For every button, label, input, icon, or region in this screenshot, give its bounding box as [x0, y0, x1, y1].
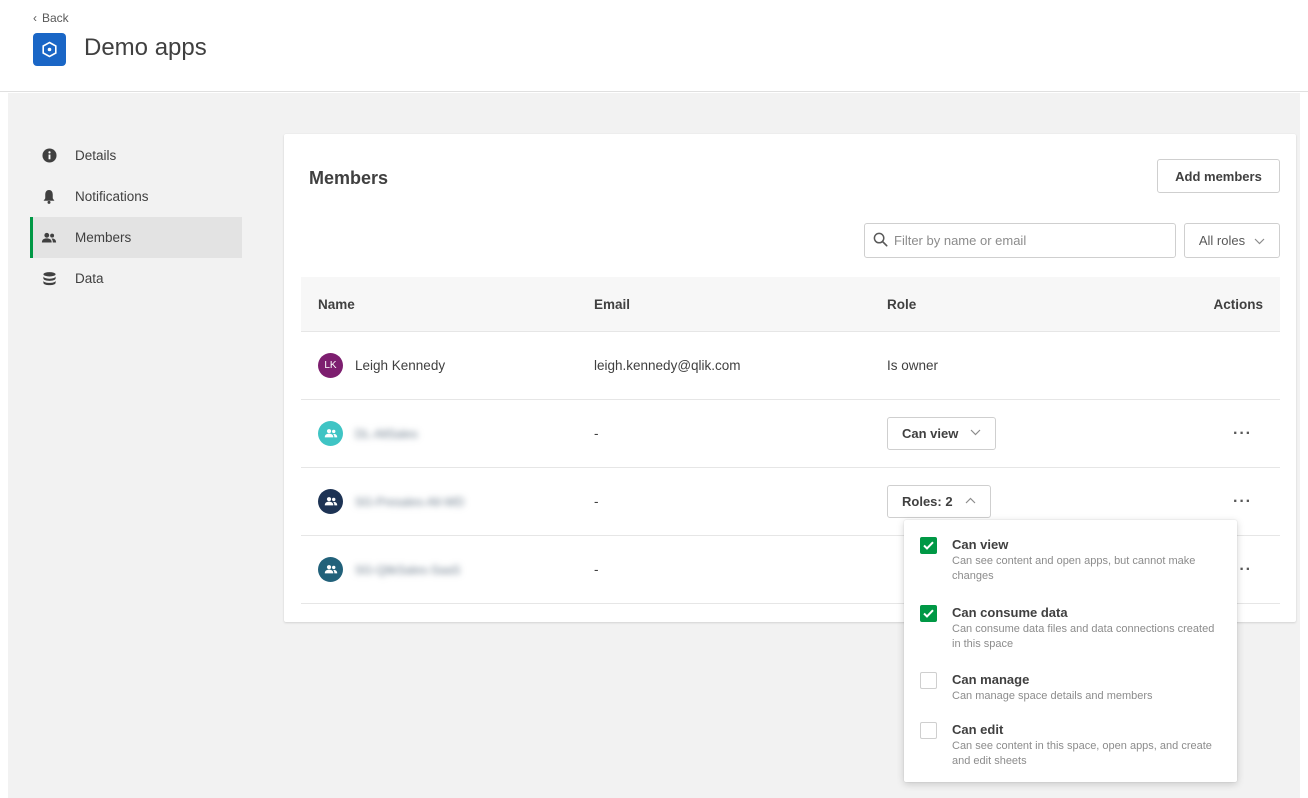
column-header-actions: Actions — [1213, 296, 1263, 312]
page-header: ‹ Back Demo apps — [0, 0, 1308, 92]
role-dropdown-label: Roles: 2 — [902, 494, 953, 509]
back-link[interactable]: ‹ Back — [33, 11, 69, 25]
roles-filter-select[interactable]: All roles — [1184, 223, 1280, 258]
role-dropdown[interactable]: Roles: 2 — [887, 485, 991, 518]
roles-popover: Can view Can see content and open apps, … — [904, 520, 1237, 782]
member-name: Leigh Kennedy — [355, 358, 446, 373]
roles-filter-value: All roles — [1198, 233, 1246, 248]
role-option-can-view[interactable]: Can view Can see content and open apps, … — [920, 536, 1225, 584]
column-header-role: Role — [887, 296, 917, 312]
role-option-can-manage[interactable]: Can manage Can manage space details and … — [920, 671, 1225, 704]
checkbox-checked[interactable] — [920, 537, 937, 554]
role-option-can-consume-data[interactable]: Can consume data Can consume data files … — [920, 604, 1225, 652]
column-header-name: Name — [318, 296, 355, 312]
member-email: - — [594, 562, 599, 577]
sidebar-item-label: Data — [75, 271, 104, 286]
table-row: DL-AllSales - Can view ··· — [301, 400, 1280, 468]
role-option-label: Can consume data — [952, 605, 1068, 620]
role-option-description: Can consume data files and data connecti… — [952, 623, 1215, 650]
member-email: leigh.kennedy@qlik.com — [594, 358, 741, 373]
role-option-description: Can see content in this space, open apps… — [952, 740, 1212, 767]
member-name: DL-AllSales — [355, 426, 418, 441]
sidebar-item-notifications[interactable]: Notifications — [30, 176, 242, 217]
checkbox-unchecked[interactable] — [920, 722, 937, 739]
filter-box[interactable] — [864, 223, 1176, 258]
group-avatar — [318, 489, 343, 514]
chevron-left-icon: ‹ — [33, 11, 37, 25]
role-dropdown[interactable]: Can view — [887, 417, 997, 450]
column-header-email: Email — [594, 296, 631, 312]
member-email: - — [594, 426, 599, 441]
table-header: Name Email Role Actions — [301, 277, 1280, 332]
filter-input[interactable] — [894, 233, 1164, 248]
table-row: LK Leigh Kennedy leigh.kennedy@qlik.com … — [301, 332, 1280, 400]
search-icon — [873, 232, 888, 250]
database-icon — [41, 271, 57, 287]
avatar: LK — [318, 353, 343, 378]
role-option-label: Can view — [952, 537, 1009, 552]
member-name: SG-Presales-All-WD — [355, 494, 465, 509]
sidebar-item-label: Details — [75, 148, 117, 163]
role-option-description: Can manage space details and members — [952, 690, 1153, 702]
more-actions-icon[interactable]: ··· — [1233, 425, 1252, 442]
member-role: Is owner — [887, 358, 939, 373]
sidebar-item-label: Notifications — [75, 189, 149, 204]
member-name: SG-QlikSales-SaaS — [355, 562, 461, 577]
more-actions-icon[interactable]: ··· — [1233, 493, 1252, 510]
sidebar-item-data[interactable]: Data — [30, 258, 242, 299]
group-avatar — [318, 557, 343, 582]
sidebar-item-label: Members — [75, 230, 132, 245]
page-title: Demo apps — [84, 34, 207, 61]
users-icon — [41, 230, 57, 246]
role-option-description: Can see content and open apps, but canno… — [952, 555, 1196, 582]
checkbox-checked[interactable] — [920, 605, 937, 622]
role-dropdown-label: Can view — [902, 426, 959, 441]
chevron-down-icon — [970, 428, 981, 439]
role-option-label: Can edit — [952, 722, 1004, 737]
members-title: Members — [309, 168, 389, 188]
chevron-up-icon — [965, 496, 976, 507]
checkbox-unchecked[interactable] — [920, 672, 937, 689]
sidebar-item-details[interactable]: Details — [30, 135, 242, 176]
info-icon — [41, 148, 57, 164]
add-members-button[interactable]: Add members — [1157, 159, 1280, 193]
sidebar-item-members[interactable]: Members — [30, 217, 242, 258]
role-option-label: Can manage — [952, 672, 1030, 687]
chevron-down-icon — [1254, 233, 1265, 248]
group-avatar — [318, 421, 343, 446]
member-email: - — [594, 494, 599, 509]
role-option-can-edit[interactable]: Can edit Can see content in this space, … — [920, 721, 1225, 769]
back-label: Back — [42, 11, 69, 25]
bell-icon — [41, 189, 57, 205]
sidebar-nav: Details Notifications Members Data — [30, 135, 242, 299]
space-icon — [33, 33, 66, 66]
